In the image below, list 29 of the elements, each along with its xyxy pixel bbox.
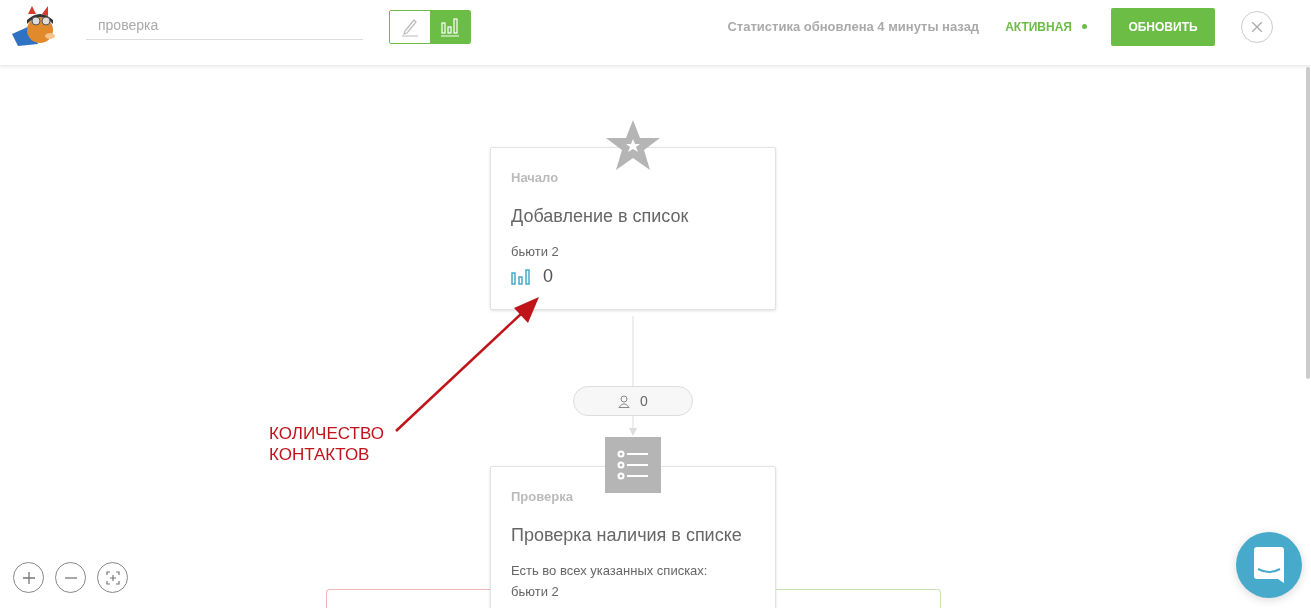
fit-screen-icon [105, 570, 120, 585]
status-label: АКТИВНАЯ [1005, 19, 1072, 34]
plus-icon [22, 571, 35, 584]
star-icon [605, 119, 661, 171]
close-icon [1252, 21, 1262, 32]
contact-count: 0 [543, 266, 553, 287]
chat-icon [1254, 547, 1284, 583]
zoom-in-button[interactable] [13, 562, 44, 593]
chat-button[interactable] [1236, 532, 1302, 598]
zoom-out-button[interactable] [55, 562, 86, 593]
node-type-label: Проверка [511, 489, 574, 504]
counter-value: 0 [640, 393, 648, 409]
node-detail: бьюти 2 [511, 243, 560, 261]
scrollbar[interactable] [1306, 67, 1310, 379]
stats-updated-text: Статистика обновлена 4 минуты назад [727, 19, 980, 34]
bar-chart-icon [440, 16, 460, 37]
bar-chart-icon [511, 268, 531, 285]
flow-node-card[interactable]: Проверка Проверка наличия в списке Есть во всех указанных списках: бьюти 2 [490, 466, 776, 608]
node-detail: Есть во всех указанных списках: бьюти 2 [511, 562, 709, 601]
node-title: Добавление в список [511, 206, 690, 227]
close-button[interactable] [1241, 10, 1273, 43]
node-title: Проверка наличия в списке [511, 525, 743, 546]
annotation-text: КОЛИЧЕСТВО КОНТАКТОВ [269, 423, 384, 465]
person-icon [618, 394, 631, 408]
stats-mode-button[interactable] [430, 10, 470, 43]
node-type-label: Начало [511, 170, 560, 185]
fit-view-button[interactable] [97, 562, 128, 593]
flow-node-card[interactable]: Начало Добавление в список бьюти 2 0 [490, 147, 776, 310]
checklist-icon [605, 437, 661, 493]
